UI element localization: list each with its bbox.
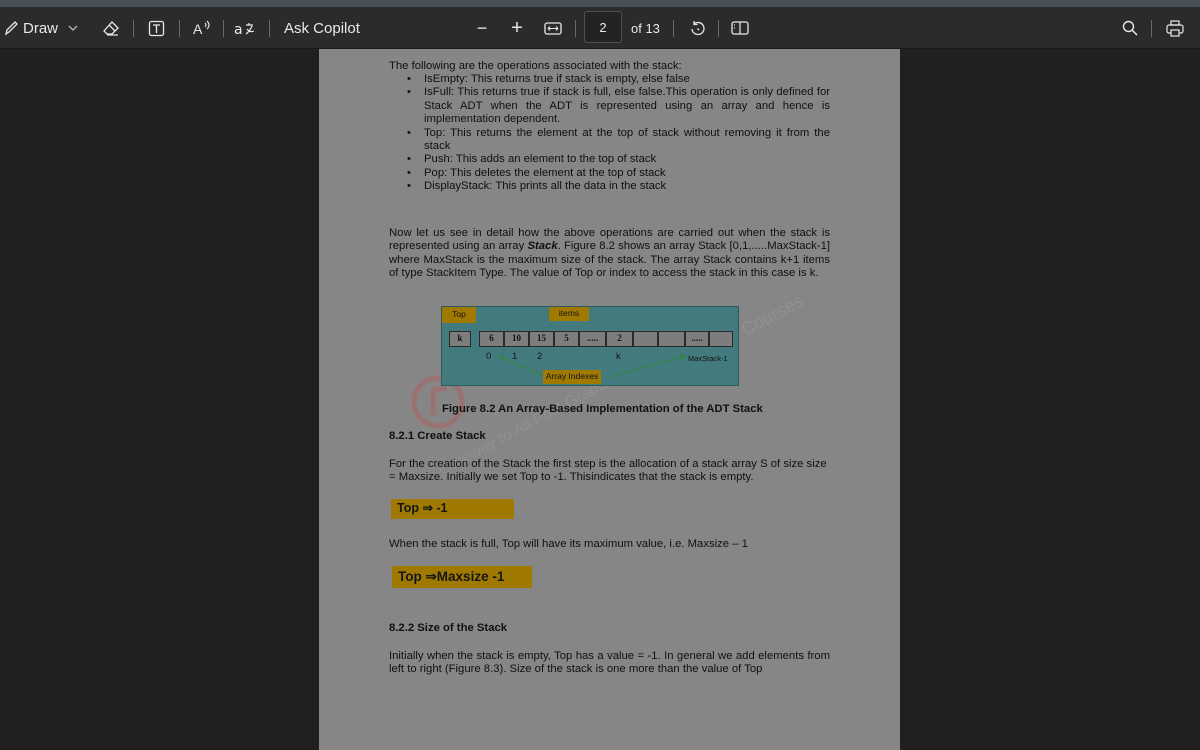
window-top-strip xyxy=(0,0,1200,7)
toolbar-separator xyxy=(133,20,134,37)
size-of-stack-paragraph: Initially when the stack is empty, Top h… xyxy=(389,650,830,676)
toolbar-separator xyxy=(673,20,674,37)
list-item: Push: This adds an element to the top of… xyxy=(389,153,830,167)
zoom-out-button[interactable]: − xyxy=(472,7,492,49)
read-aloud-icon[interactable]: A xyxy=(190,7,214,49)
page-view-icon[interactable] xyxy=(729,7,751,49)
stack-array-figure: Top items k 6 10 15 5 ..... 2 ..... 0 1 … xyxy=(441,306,739,386)
section-heading-size-of-stack: 8.2.2 Size of the Stack xyxy=(389,622,508,634)
toolbar-separator xyxy=(223,20,224,37)
draw-icon[interactable] xyxy=(0,7,22,49)
pdf-toolbar: Draw A a Ask Copilot − + of 13 xyxy=(0,7,1200,49)
create-stack-paragraph: For the creation of the Stack the first … xyxy=(389,458,827,484)
pdf-page: The following are the operations associa… xyxy=(319,49,900,750)
array-indexes-label: Array Indexes xyxy=(543,370,601,384)
operations-intro: The following are the operations associa… xyxy=(389,60,682,72)
document-viewer[interactable]: The following are the operations associa… xyxy=(0,49,1200,750)
list-item: IsFull: This returns true if stack is fu… xyxy=(389,86,830,126)
chevron-down-icon[interactable] xyxy=(66,7,80,49)
search-icon[interactable] xyxy=(1119,7,1141,49)
translate-icon[interactable]: a xyxy=(232,7,258,49)
eraser-icon[interactable] xyxy=(100,7,122,49)
text-box-icon[interactable] xyxy=(144,7,168,49)
list-item: Top: This returns the element at the top… xyxy=(389,127,830,154)
toolbar-separator xyxy=(718,20,719,37)
fit-width-icon[interactable] xyxy=(542,7,564,49)
zoom-in-button[interactable]: + xyxy=(507,7,527,49)
print-icon[interactable] xyxy=(1164,7,1186,49)
svg-text:a: a xyxy=(234,22,243,37)
top-max-highlight: Top ⇒Maxsize -1 xyxy=(392,566,532,588)
stack-full-paragraph: When the stack is full, Top will have it… xyxy=(389,538,748,550)
list-item: Pop: This deletes the element at the top… xyxy=(389,167,830,181)
list-item: IsEmpty: This returns true if stack is e… xyxy=(389,73,830,87)
stack-array-paragraph: Now let us see in detail how the above o… xyxy=(389,227,830,281)
top-empty-highlight: Top ⇒ -1 xyxy=(391,499,514,519)
toolbar-separator xyxy=(269,20,270,37)
watermark-text: Courses xyxy=(737,290,807,340)
draw-button[interactable]: Draw xyxy=(23,7,59,49)
toolbar-separator xyxy=(575,20,576,37)
figure-caption: Figure 8.2 An Array-Based Implementation… xyxy=(442,403,763,415)
page-number-input[interactable] xyxy=(584,11,622,43)
toolbar-separator xyxy=(179,20,180,37)
toolbar-separator xyxy=(1151,20,1152,37)
rotate-icon[interactable] xyxy=(686,7,708,49)
section-heading-create-stack: 8.2.1 Create Stack xyxy=(389,430,486,442)
emphasis-text: Stack xyxy=(527,240,558,253)
svg-text:A: A xyxy=(193,21,203,37)
operations-list: IsEmpty: This returns true if stack is e… xyxy=(389,73,830,194)
list-item: DisplayStack: This prints all the data i… xyxy=(389,180,830,194)
ask-copilot-button[interactable]: Ask Copilot xyxy=(284,7,364,49)
page-total-label: of 13 xyxy=(631,20,660,36)
